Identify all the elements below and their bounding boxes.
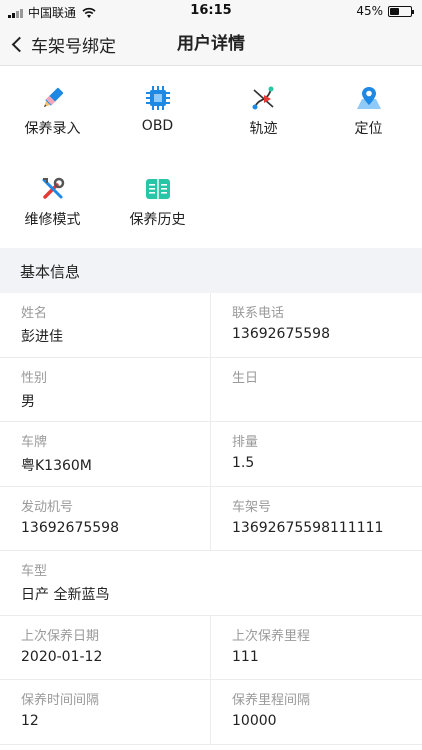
gender-field: 性别 男 xyxy=(0,357,211,421)
field-label: 保养时间间隔 xyxy=(21,693,100,708)
maintenance-entry-button[interactable]: 保养录入 xyxy=(0,66,105,146)
field-value: 13692675598 xyxy=(21,519,119,536)
nav-bar: 车架号绑定 用户详情 xyxy=(0,22,422,66)
field-value: 2020-01-12 xyxy=(21,648,103,665)
last-service-date-field: 上次保养日期 2020-01-12 xyxy=(0,615,211,679)
repair-mode-button[interactable]: 维修模式 xyxy=(0,157,105,237)
field-label: 上次保养里程 xyxy=(232,628,311,644)
field-value: 10000 xyxy=(232,713,277,729)
info-row: 上次保养日期 2020-01-12 上次保养里程 111 xyxy=(0,615,422,680)
info-row: 保养时间间隔 12 保养里程间隔 10000 xyxy=(0,680,422,745)
field-value: 日产 全新蓝鸟 xyxy=(21,587,110,603)
status-bar: 中国联通 16:15 45% xyxy=(0,0,422,22)
plate-field: 车牌 粤K1360M xyxy=(0,422,211,486)
battery-percent: 45% xyxy=(356,4,383,18)
action-label: 保养录入 xyxy=(24,121,81,137)
section-title: 基本信息 xyxy=(20,263,81,281)
maintenance-history-button[interactable]: 保养历史 xyxy=(105,157,210,237)
battery-fill xyxy=(390,7,399,15)
battery-icon xyxy=(388,5,414,17)
field-label: 生日 xyxy=(232,370,259,386)
field-label: 联系电话 xyxy=(232,306,285,321)
field-value: 1.5 xyxy=(232,455,255,471)
chip-icon xyxy=(144,84,172,112)
field-value: 彭进佳 xyxy=(21,329,63,345)
field-value: 12 xyxy=(21,713,39,729)
field-label: 车型 xyxy=(21,564,48,579)
action-label: 维修模式 xyxy=(24,212,81,228)
phone-field: 联系电话 13692675598 xyxy=(211,293,422,357)
pencil-icon xyxy=(39,84,67,112)
field-label: 发动机号 xyxy=(21,499,74,515)
field-value: 13692675598111111 xyxy=(232,519,384,536)
field-label: 车牌 xyxy=(21,435,48,450)
field-label: 排量 xyxy=(232,435,259,450)
vin-field: 车架号 13692675598111111 xyxy=(211,487,422,551)
field-value: 111 xyxy=(232,648,259,665)
tools-icon xyxy=(39,175,67,203)
last-service-mileage-field: 上次保养里程 111 xyxy=(211,616,422,680)
info-row: 车型 日产 全新蓝鸟 xyxy=(0,551,422,616)
field-label: 上次保养日期 xyxy=(21,628,100,644)
field-value: 粤K1360M xyxy=(21,458,92,474)
status-right: 45% xyxy=(356,4,414,18)
service-interval-mileage-field: 保养里程间隔 10000 xyxy=(211,680,422,744)
displacement-field: 排量 1.5 xyxy=(211,422,422,486)
info-row: 车牌 粤K1360M 排量 1.5 xyxy=(0,422,422,487)
action-grid: 保养录入 OBD 轨迹 定位 维修模式 保养历史 xyxy=(0,66,422,248)
route-icon xyxy=(250,84,278,112)
map-pin-icon xyxy=(355,84,383,112)
section-header-basic-info: 基本信息 xyxy=(0,248,422,293)
field-label: 保养里程间隔 xyxy=(232,693,311,708)
field-value: 男 xyxy=(21,393,35,410)
action-label: 保养历史 xyxy=(129,212,186,228)
location-button[interactable]: 定位 xyxy=(316,66,421,146)
info-row: 发动机号 13692675598 车架号 13692675598111111 xyxy=(0,486,422,551)
field-label: 姓名 xyxy=(21,306,48,321)
chevron-left-icon xyxy=(11,36,28,52)
basic-info-list: 姓名 彭进佳 联系电话 13692675598 性别 男 生日 车牌 粤K136… xyxy=(0,293,422,745)
track-button[interactable]: 轨迹 xyxy=(211,66,316,146)
name-field: 姓名 彭进佳 xyxy=(0,293,211,357)
info-row: 姓名 彭进佳 联系电话 13692675598 xyxy=(0,293,422,358)
action-label: OBD xyxy=(141,118,174,134)
field-label: 车架号 xyxy=(232,499,272,515)
car-model-field: 车型 日产 全新蓝鸟 xyxy=(0,551,422,615)
birthday-field: 生日 xyxy=(211,358,422,422)
action-label: 轨迹 xyxy=(249,121,278,137)
back-label: 车架号绑定 xyxy=(31,36,116,57)
action-label: 定位 xyxy=(354,121,383,137)
book-icon xyxy=(144,175,172,203)
info-row: 性别 男 生日 xyxy=(0,357,422,422)
engine-number-field: 发动机号 13692675598 xyxy=(0,486,211,550)
back-button[interactable]: 车架号绑定 xyxy=(10,22,116,66)
field-value: 13692675598 xyxy=(232,326,330,342)
field-label: 性别 xyxy=(21,370,48,386)
service-interval-time-field: 保养时间间隔 12 xyxy=(0,680,211,744)
obd-button[interactable]: OBD xyxy=(105,66,210,146)
